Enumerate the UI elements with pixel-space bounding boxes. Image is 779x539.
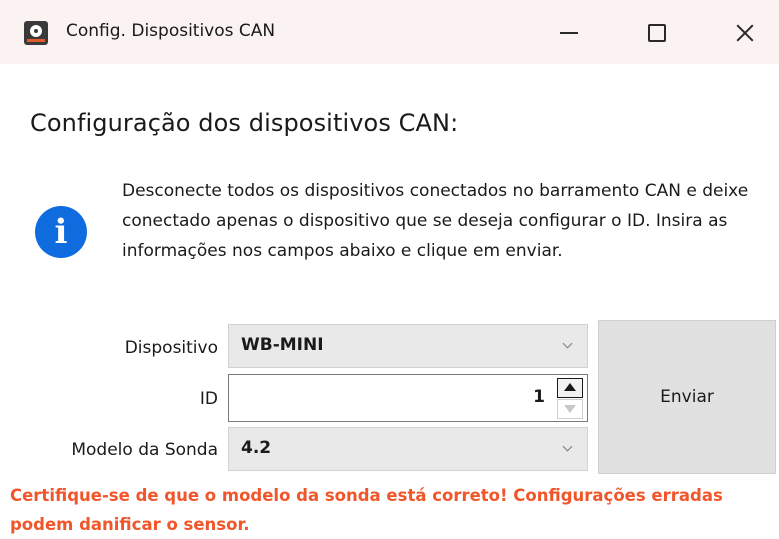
arrow-up-icon bbox=[564, 383, 576, 391]
dispositivo-value: WB-MINI bbox=[241, 335, 324, 355]
increment-button[interactable] bbox=[557, 378, 583, 398]
id-numeric-input[interactable]: 1 bbox=[228, 374, 588, 422]
warning-message: Certifique-se de que o modelo da sonda e… bbox=[10, 486, 723, 534]
app-logo-icon bbox=[24, 21, 48, 45]
info-message: Desconecte todos os dispositivos conecta… bbox=[122, 181, 749, 261]
id-value: 1 bbox=[533, 387, 545, 407]
chevron-down-icon bbox=[562, 338, 573, 349]
close-icon bbox=[736, 24, 754, 42]
maximize-icon bbox=[648, 24, 666, 42]
close-button[interactable] bbox=[722, 14, 768, 52]
arrow-down-icon bbox=[564, 405, 576, 413]
send-button[interactable]: Enviar bbox=[598, 320, 776, 474]
modelo-sonda-value: 4.2 bbox=[241, 438, 272, 458]
id-label: ID bbox=[199, 389, 218, 409]
chevron-down-icon bbox=[562, 441, 573, 452]
dispositivo-select[interactable]: WB-MINI bbox=[228, 324, 588, 368]
window-title: Config. Dispositivos CAN bbox=[66, 21, 276, 41]
modelo-sonda-label: Modelo da Sonda bbox=[71, 440, 218, 460]
page-title: Configuração dos dispositivos CAN: bbox=[30, 109, 459, 137]
maximize-button[interactable] bbox=[634, 14, 680, 52]
title-bar[interactable]: Config. Dispositivos CAN bbox=[0, 0, 779, 64]
minimize-icon bbox=[560, 32, 578, 34]
dispositivo-label: Dispositivo bbox=[124, 338, 218, 358]
modelo-sonda-select[interactable]: 4.2 bbox=[228, 427, 588, 471]
info-icon: i bbox=[35, 206, 87, 258]
minimize-button[interactable] bbox=[546, 14, 592, 52]
decrement-button[interactable] bbox=[557, 399, 583, 419]
